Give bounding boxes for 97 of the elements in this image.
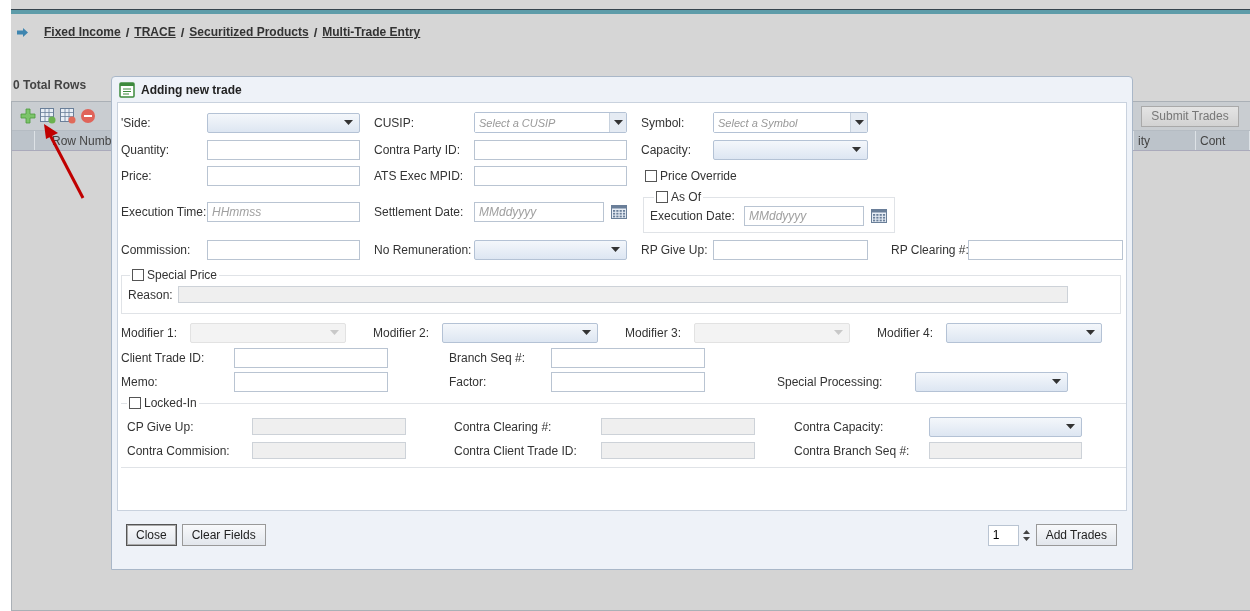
field-label: Reason: xyxy=(128,287,174,302)
field-label: Contra Commision: xyxy=(127,443,231,458)
dropdown[interactable] xyxy=(474,239,627,260)
down-arrow-icon[interactable] xyxy=(1022,536,1030,541)
text-field[interactable] xyxy=(207,139,360,160)
field-label: Factor: xyxy=(449,374,488,389)
field-label: Settlement Date: xyxy=(374,204,465,219)
column-header[interactable]: ity xyxy=(1134,131,1196,150)
field-label: RP Give Up: xyxy=(641,242,709,257)
calendar-icon[interactable] xyxy=(871,209,887,223)
checkbox[interactable] xyxy=(129,397,141,409)
plus-icon[interactable] xyxy=(20,108,36,124)
caret-icon xyxy=(1052,379,1061,384)
text-field[interactable] xyxy=(207,239,360,260)
caret-icon xyxy=(852,147,861,152)
calendar-icon[interactable] xyxy=(611,204,627,219)
table-remove-icon[interactable] xyxy=(60,108,76,124)
dropdown[interactable] xyxy=(915,371,1068,392)
field-label: Contra Party ID: xyxy=(374,142,462,157)
breadcrumb-separator: / xyxy=(313,24,318,40)
breadcrumb-link[interactable]: Fixed Income xyxy=(44,25,121,39)
date-field[interactable]: MMddyyyy xyxy=(474,201,604,222)
trade-count-field[interactable]: 1 xyxy=(987,524,1019,546)
text-field[interactable] xyxy=(207,165,360,186)
column-header[interactable]: Cont xyxy=(1196,131,1250,150)
text-field[interactable] xyxy=(713,239,868,260)
field-label: 'Side: xyxy=(121,115,152,130)
caret-icon xyxy=(1066,424,1075,429)
combo-box[interactable]: Select a CUSIP xyxy=(474,112,627,133)
dropdown[interactable] xyxy=(713,139,868,160)
caret-icon xyxy=(854,120,864,125)
field-label: CUSIP: xyxy=(374,115,415,130)
field-label: Memo: xyxy=(121,374,159,389)
caret-icon xyxy=(1086,330,1095,335)
field-label: Execution Date: xyxy=(650,209,736,223)
arrow-icon xyxy=(17,27,28,37)
text-field[interactable]: HHmmss xyxy=(207,201,360,222)
text-field[interactable] xyxy=(234,371,388,392)
field-label: Execution Time: xyxy=(121,204,207,219)
field-label: CP Give Up: xyxy=(127,419,195,434)
dropdown[interactable] xyxy=(946,322,1102,343)
field-label: Capacity: xyxy=(641,142,693,157)
field-label: Contra Client Trade ID: xyxy=(454,443,578,458)
add-trades-button[interactable]: Add Trades xyxy=(1035,524,1117,546)
breadcrumb-link[interactable]: TRACE xyxy=(134,25,176,39)
dropdown[interactable] xyxy=(442,322,598,343)
caret-icon xyxy=(582,330,591,335)
checkbox-label: Special Price xyxy=(147,268,218,282)
text-field[interactable] xyxy=(551,347,705,368)
field-label: Price: xyxy=(121,168,153,183)
field-label: Contra Capacity: xyxy=(794,419,885,434)
field-label: ATS Exec MPID: xyxy=(374,168,465,183)
form-icon xyxy=(119,81,135,98)
field-label: Symbol: xyxy=(641,115,686,130)
up-arrow-icon[interactable] xyxy=(1022,529,1030,534)
field-label: Commission: xyxy=(121,242,192,257)
breadcrumb-separator: / xyxy=(125,24,130,40)
text-field[interactable] xyxy=(551,371,705,392)
checkbox[interactable] xyxy=(645,169,657,182)
checkbox-label: Locked-In xyxy=(144,396,197,410)
field-label: Contra Branch Seq #: xyxy=(794,443,911,458)
field-label: Branch Seq #: xyxy=(449,350,527,365)
dialog-title: Adding new trade xyxy=(141,82,242,97)
text-field[interactable] xyxy=(474,165,627,186)
minus-icon[interactable] xyxy=(80,108,96,124)
checkbox-label: As Of xyxy=(671,190,701,204)
caret-icon xyxy=(344,120,353,125)
breadcrumb-link[interactable]: Securitized Products xyxy=(189,25,309,39)
field-label: Modifier 4: xyxy=(877,325,935,340)
checkbox[interactable] xyxy=(656,191,668,203)
total-rows: 0 Total Rows xyxy=(13,78,87,94)
checkbox-label: Price Override xyxy=(660,168,737,183)
combo-box[interactable]: Select a Symbol xyxy=(713,112,868,133)
field-label: Modifier 3: xyxy=(625,325,683,340)
field-label: Special Processing: xyxy=(777,374,884,389)
field-label: Modifier 2: xyxy=(373,325,431,340)
field-label: Client Trade ID: xyxy=(121,350,206,365)
breadcrumb-link[interactable]: Multi-Trade Entry xyxy=(322,25,421,39)
field-label: Modifier 1: xyxy=(121,325,179,340)
caret-icon xyxy=(613,120,623,125)
date-field[interactable]: MMddyyyy xyxy=(744,206,864,226)
caret-icon xyxy=(611,247,620,252)
dialog-button[interactable]: Clear Fields xyxy=(181,524,266,546)
table-add-icon[interactable] xyxy=(40,108,56,124)
dialog-button[interactable]: Close xyxy=(126,524,177,546)
field-label: No Remuneration: xyxy=(374,242,473,257)
field-label: RP Clearing #: xyxy=(891,242,968,257)
dropdown[interactable] xyxy=(207,112,360,133)
checkbox[interactable] xyxy=(132,269,144,281)
caret-icon xyxy=(834,330,843,335)
dropdown[interactable] xyxy=(929,416,1082,437)
field-label: Contra Clearing #: xyxy=(454,419,553,434)
caret-icon xyxy=(330,330,339,335)
text-field[interactable] xyxy=(234,347,388,368)
breadcrumb-separator: / xyxy=(180,24,185,40)
text-field[interactable] xyxy=(474,139,627,160)
text-field[interactable] xyxy=(968,239,1123,260)
